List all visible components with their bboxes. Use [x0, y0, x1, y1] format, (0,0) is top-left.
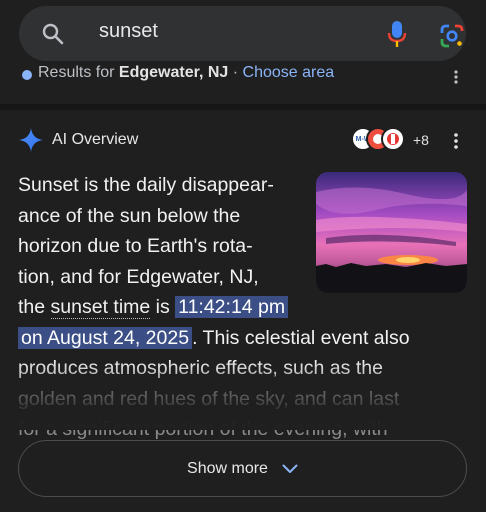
text-line: tion, and for Edgewater, NJ, — [18, 265, 259, 288]
ai-overview-title: AI Overview — [52, 131, 139, 148]
highlighted-time: 11:42:14 pm — [175, 296, 289, 318]
text-line: golden and red hues of the sky, and can … — [18, 387, 400, 410]
search-input[interactable]: sunset — [99, 20, 158, 43]
source-logo-icon — [387, 133, 399, 145]
location-place: Edgewater, NJ — [118, 64, 229, 81]
location-dot-icon — [22, 70, 32, 80]
ai-overview-text: Sunset is the daily disappear- ance of t… — [18, 170, 468, 445]
more-vert-icon[interactable] — [454, 70, 458, 84]
search-bar[interactable]: sunset — [19, 6, 466, 61]
show-more-button[interactable]: Show more — [18, 440, 467, 497]
google-lens-icon[interactable] — [439, 23, 465, 49]
text-line: ance of the sun below the — [18, 204, 241, 227]
sources-count[interactable]: +8 — [413, 132, 429, 148]
ai-sparkle-icon — [19, 128, 43, 152]
text-line: the sunset time is 11:42:14 pm — [18, 292, 468, 323]
highlighted-date: on August 24, 2025 — [18, 326, 193, 349]
choose-area-link[interactable]: Choose area — [243, 64, 335, 81]
ai-overview-header: AI Overview M-W +8 — [19, 125, 469, 155]
mic-icon[interactable] — [387, 20, 407, 48]
section-divider — [0, 104, 486, 110]
text-line: on August 24, 2025. This celestial event… — [18, 323, 468, 354]
text-line: horizon due to Earth's rota- — [18, 235, 253, 257]
source-avatar-3[interactable] — [381, 127, 405, 151]
location-row: Results for Edgewater, NJ · Choose area — [22, 64, 462, 90]
location-text: Results for Edgewater, NJ · Choose area — [38, 64, 335, 81]
text-line: Sunset is the daily disappear- — [18, 174, 274, 196]
sunset-time-term[interactable]: sunset time — [50, 296, 151, 319]
text-line: produces atmospheric effects, such as th… — [18, 357, 383, 379]
search-icon — [42, 23, 64, 45]
show-more-label: Show more — [187, 459, 268, 477]
source-avatars[interactable]: M-W +8 — [351, 127, 431, 153]
chevron-down-icon — [282, 464, 298, 473]
more-vert-icon[interactable] — [454, 133, 458, 149]
